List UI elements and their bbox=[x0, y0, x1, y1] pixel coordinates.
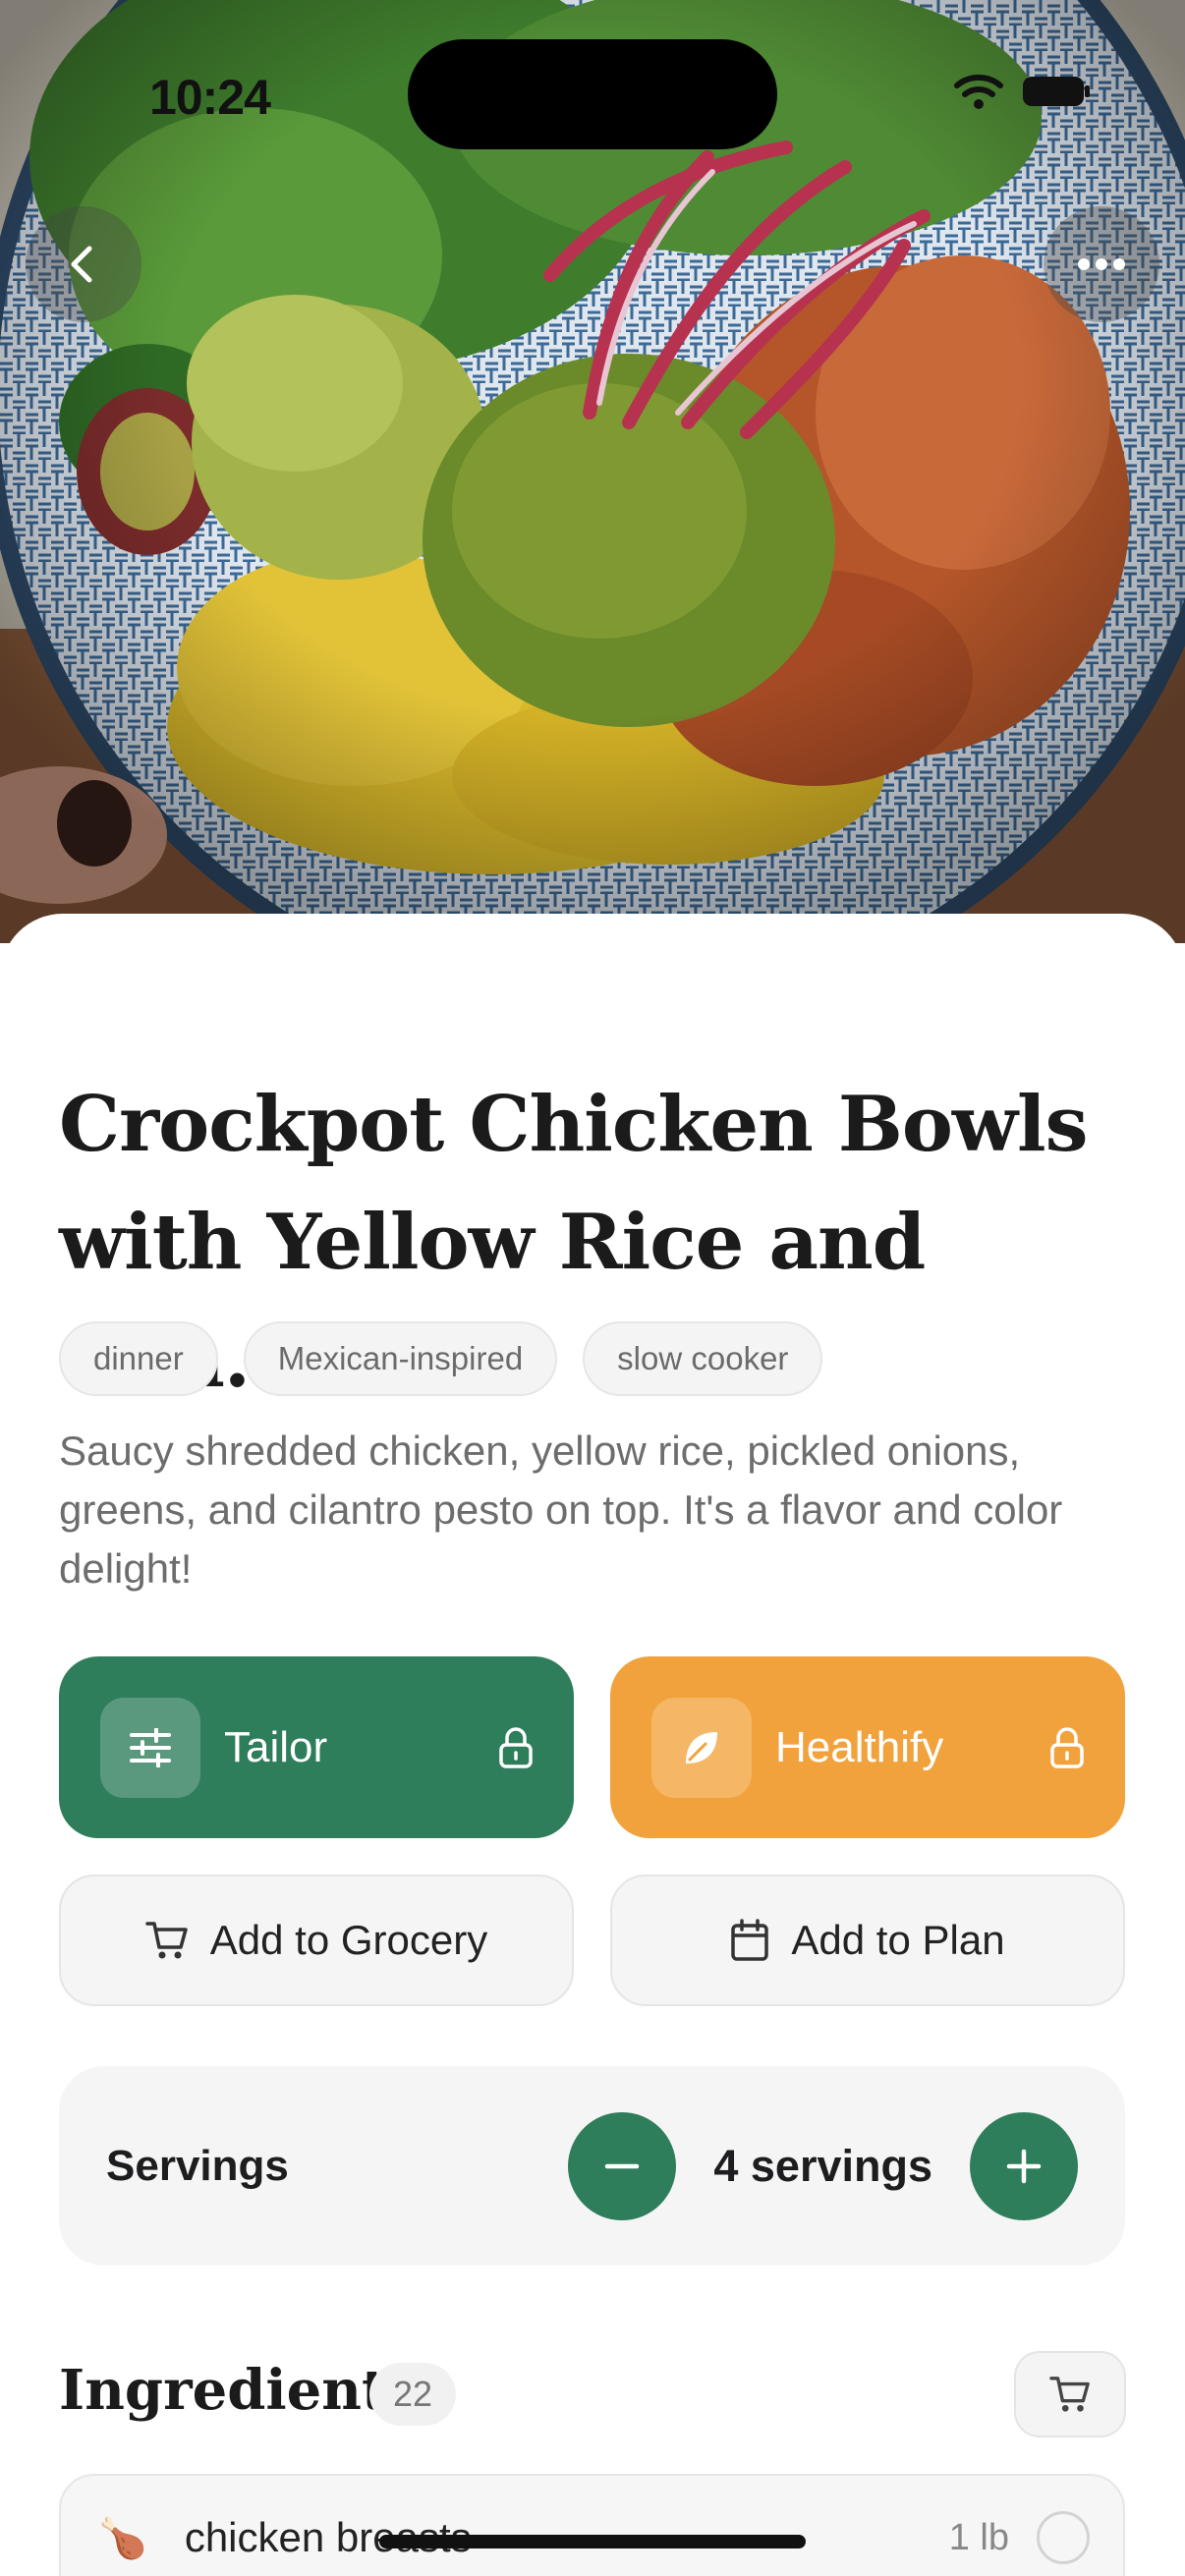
decrease-servings-button[interactable] bbox=[568, 2111, 677, 2220]
recipe-tags: dinner Mexican-inspired slow cooker bbox=[59, 1321, 823, 1396]
cart-icon bbox=[1049, 2377, 1090, 2412]
sliders-icon bbox=[130, 1727, 171, 1767]
tag-chip[interactable]: slow cooker bbox=[583, 1321, 823, 1396]
status-time: 10:24 bbox=[149, 70, 271, 125]
back-chevron-icon bbox=[71, 246, 92, 283]
plus-icon bbox=[1006, 2149, 1042, 2183]
leaf-icon-wrap bbox=[651, 1697, 752, 1798]
cart-icon bbox=[145, 1922, 188, 1959]
back-button[interactable] bbox=[26, 206, 141, 322]
calendar-icon bbox=[731, 1919, 769, 1961]
home-indicator[interactable] bbox=[379, 2535, 806, 2548]
ingredient-checkbox[interactable] bbox=[1037, 2511, 1090, 2564]
hero-image: 10:24 bbox=[0, 0, 1185, 943]
servings-value: 4 servings bbox=[713, 2140, 932, 2191]
add-to-plan-button[interactable]: Add to Plan bbox=[610, 1875, 1125, 2006]
increase-servings-button[interactable] bbox=[970, 2111, 1078, 2220]
servings-control: Servings 4 servings bbox=[59, 2066, 1125, 2266]
healthify-button[interactable]: Healthify bbox=[610, 1656, 1125, 1838]
wifi-icon bbox=[954, 74, 1003, 109]
ingredient-emoji-icon: 🍗 bbox=[98, 2516, 147, 2560]
lock-icon bbox=[1050, 1726, 1084, 1768]
ingredient-row[interactable]: 🍗 chicken breasts 1 lb bbox=[59, 2474, 1125, 2576]
tailor-label: Tailor bbox=[224, 1722, 328, 1771]
add-to-plan-label: Add to Plan bbox=[791, 1917, 1005, 1963]
ingredients-cart-button[interactable] bbox=[1014, 2351, 1126, 2437]
sliders-icon-wrap bbox=[100, 1697, 200, 1798]
minus-icon bbox=[605, 2163, 640, 2168]
ingredients-count-badge: 22 bbox=[369, 2363, 457, 2426]
more-options-button[interactable] bbox=[1044, 206, 1159, 322]
ingredient-quantity: 1 lb bbox=[948, 2516, 1009, 2558]
healthify-label: Healthify bbox=[775, 1722, 944, 1771]
servings-label: Servings bbox=[106, 2141, 289, 2190]
add-to-grocery-label: Add to Grocery bbox=[209, 1917, 488, 1963]
add-to-grocery-button[interactable]: Add to Grocery bbox=[59, 1875, 574, 2006]
more-dots-icon bbox=[1078, 258, 1125, 270]
tailor-button[interactable]: Tailor bbox=[59, 1656, 574, 1838]
tag-chip[interactable]: dinner bbox=[59, 1321, 218, 1396]
leaf-icon bbox=[686, 1731, 717, 1764]
ingredients-heading: Ingredients bbox=[59, 2358, 419, 2423]
lock-icon bbox=[499, 1726, 533, 1768]
battery-icon bbox=[1023, 77, 1090, 106]
tag-chip[interactable]: Mexican-inspired bbox=[243, 1321, 558, 1396]
status-icons bbox=[953, 73, 1091, 110]
recipe-description: Saucy shredded chicken, yellow rice, pic… bbox=[59, 1428, 1063, 1592]
dynamic-island bbox=[408, 39, 777, 149]
